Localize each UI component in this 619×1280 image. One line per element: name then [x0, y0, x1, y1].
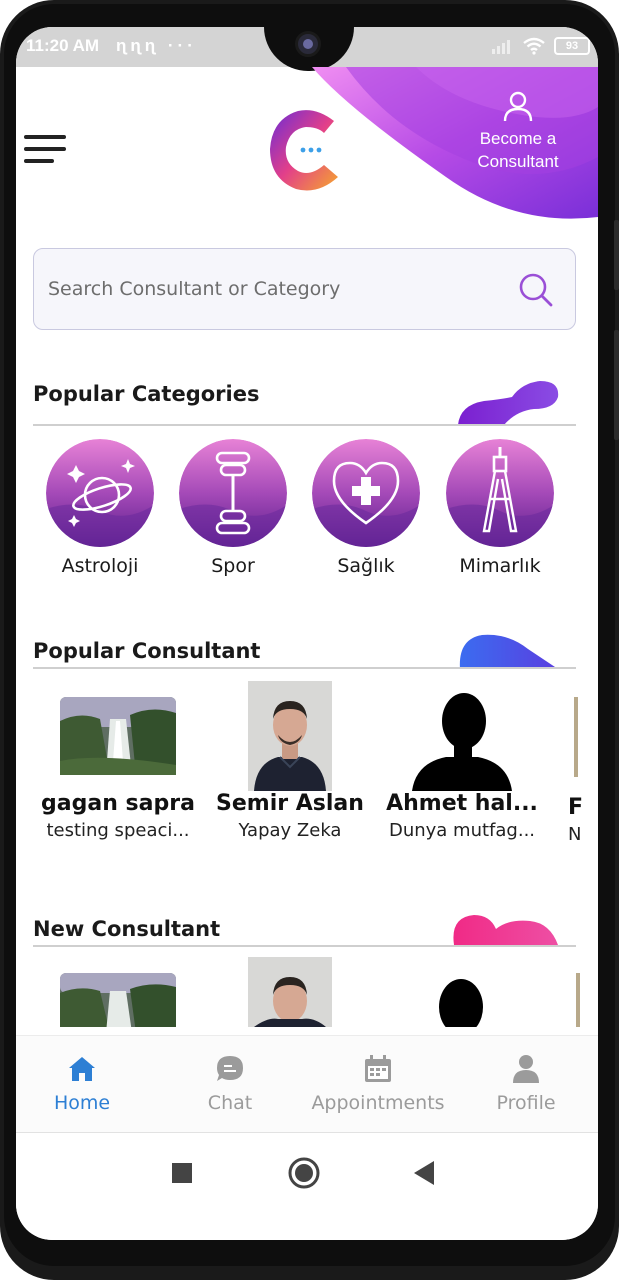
category-astroloji[interactable]: Astroloji: [40, 439, 160, 577]
nav-label: Chat: [207, 1092, 253, 1114]
dumbbell-icon: [179, 439, 287, 547]
become-consultant-button[interactable]: Become a Consultant: [462, 91, 574, 173]
section-divider: [33, 945, 576, 947]
calendar-icon: [365, 1055, 391, 1082]
section-decoration: [459, 634, 558, 669]
nav-label: Appointments: [311, 1092, 445, 1114]
category-circle: [46, 439, 154, 547]
bottom-navigation: Home Chat Appointments Profile: [16, 1035, 598, 1133]
section-decoration: [458, 381, 559, 425]
app-header: Become a Consultant: [16, 67, 598, 227]
category-circle: [312, 439, 420, 547]
new-consultant-list: [16, 957, 598, 1027]
search-bar: [33, 248, 576, 330]
notification-icons: ɳɳɳ ···: [116, 36, 197, 55]
section-divider: [33, 667, 576, 669]
heart-plus-icon: [312, 439, 420, 547]
man-portrait-photo: [248, 681, 332, 791]
silhouette-avatar: [412, 693, 512, 791]
become-consultant-line2: Consultant: [477, 152, 559, 171]
category-circle: [179, 439, 287, 547]
consultant-card[interactable]: gagan sapra testing speaci...: [38, 681, 198, 841]
planet-stars-icon: [46, 439, 154, 547]
nav-label: Home: [53, 1092, 111, 1114]
triangle-back-icon[interactable]: [414, 1161, 436, 1185]
category-label: Sağlık: [337, 555, 395, 577]
waterfall-photo: [60, 697, 176, 775]
circle-home-icon[interactable]: [288, 1157, 320, 1189]
front-camera: [295, 31, 321, 57]
consultant-name: Semir Aslan: [216, 791, 364, 816]
consultant-photo: [412, 681, 512, 791]
popular-categories-title: Popular Categories: [33, 382, 260, 406]
category-label: Mimarlık: [459, 555, 541, 577]
consultant-name: F: [568, 795, 584, 820]
category-saglik[interactable]: Sağlık: [306, 439, 426, 577]
chat-bubble-icon: [217, 1056, 243, 1081]
consultant-name: gagan sapra: [41, 791, 195, 816]
consultant-category: Dunya mutfag...: [388, 820, 536, 841]
system-navigation: [16, 1133, 598, 1240]
silhouette-avatar[interactable]: [436, 977, 486, 1027]
category-label: Astroloji: [61, 555, 139, 577]
volume-button: [614, 220, 619, 290]
menu-button[interactable]: [24, 131, 68, 167]
search-input[interactable]: [48, 273, 488, 305]
become-consultant-line1: Become a: [479, 129, 557, 148]
consultant-name: Ahmet hal...: [386, 791, 538, 816]
nav-home[interactable]: Home: [16, 1054, 157, 1114]
status-time: 11:20 AM: [26, 36, 100, 55]
app-logo: [270, 110, 338, 191]
consultant-photo: [248, 681, 332, 791]
compass-drafting-icon: [446, 439, 554, 547]
partial-photo: [574, 697, 578, 777]
nav-chat[interactable]: Chat: [155, 1054, 305, 1114]
section-decoration: [453, 915, 558, 945]
section-divider: [33, 424, 576, 426]
nav-profile[interactable]: Profile: [451, 1054, 598, 1114]
app-screen: 11:20 AM ɳɳɳ ··· 93 Become a Consultant …: [16, 27, 598, 1240]
consultant-category: Yapay Zeka: [238, 820, 342, 841]
consultant-category: N: [568, 824, 582, 845]
man-portrait-photo[interactable]: [248, 957, 332, 1027]
phone-frame: 11:20 AM ɳɳɳ ··· 93 Become a Consultant …: [0, 0, 619, 1280]
square-recent-apps-icon[interactable]: [172, 1163, 192, 1183]
consultant-photo: [60, 681, 176, 791]
wifi-icon: [523, 37, 545, 55]
category-circle: [446, 439, 554, 547]
person-icon: [513, 1055, 539, 1083]
new-consultant-title: New Consultant: [33, 917, 221, 941]
waterfall-photo[interactable]: [60, 973, 176, 1027]
category-spor[interactable]: Spor: [173, 439, 293, 577]
home-icon: [69, 1057, 95, 1081]
nav-appointments[interactable]: Appointments: [303, 1054, 453, 1114]
nav-label: Profile: [496, 1092, 556, 1114]
category-label: Spor: [211, 555, 255, 577]
status-right: 93: [492, 37, 590, 55]
battery-indicator: 93: [554, 37, 590, 55]
consultant-card-partial[interactable]: F N: [568, 681, 598, 845]
consultant-card[interactable]: Semir Aslan Yapay Zeka: [210, 681, 370, 841]
popular-consultant-title: Popular Consultant: [33, 639, 261, 663]
search-icon[interactable]: [517, 271, 555, 309]
consultant-card[interactable]: Ahmet hal... Dunya mutfag...: [382, 681, 542, 841]
signal-icon: [492, 40, 510, 54]
person-outline-icon: [503, 91, 533, 122]
partial-photo: [576, 973, 580, 1027]
power-button: [614, 330, 619, 440]
category-mimarlik[interactable]: Mimarlık: [440, 439, 560, 577]
consultant-category: testing speaci...: [46, 820, 190, 841]
